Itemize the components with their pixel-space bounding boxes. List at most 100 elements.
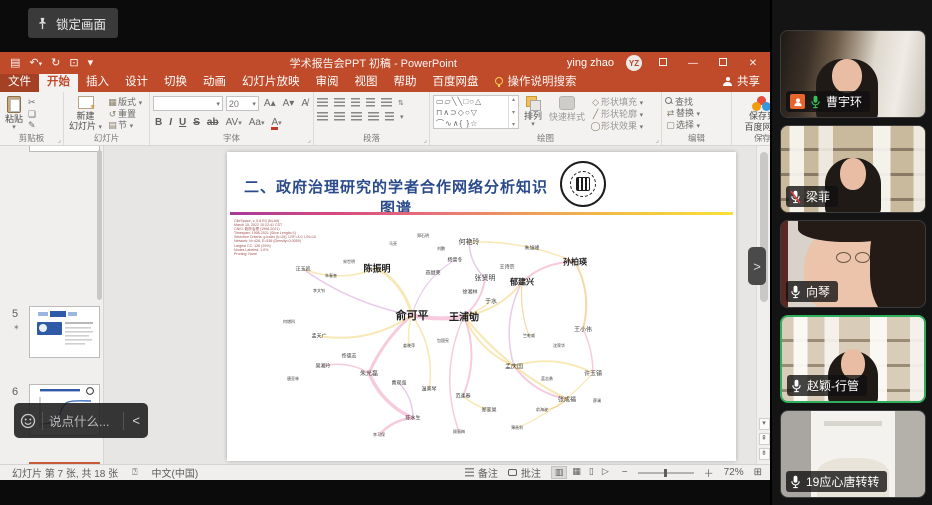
comments-toggle[interactable]: 批注 bbox=[508, 465, 541, 480]
justify-icon[interactable] bbox=[368, 112, 379, 121]
ribbon-tab-9[interactable]: 帮助 bbox=[386, 71, 425, 92]
zoom-out-icon[interactable]: − bbox=[622, 467, 628, 478]
editor-scrollbar[interactable]: ▾ ⇞ ⇟ bbox=[756, 146, 770, 464]
chat-collapse-button[interactable]: < bbox=[130, 413, 142, 428]
participant-tile[interactable]: 向琴 bbox=[780, 220, 926, 308]
slide-sorter-view-icon[interactable]: ▦ bbox=[569, 466, 584, 479]
account-avatar[interactable]: YZ bbox=[626, 55, 642, 71]
notes-toggle[interactable]: 备注 bbox=[465, 465, 498, 480]
emoji-icon[interactable] bbox=[20, 413, 36, 429]
close-button[interactable]: ✕ bbox=[744, 58, 762, 69]
participant-tile[interactable]: 19应心唐转转 bbox=[780, 410, 926, 498]
find-button[interactable]: 查找 bbox=[665, 97, 700, 108]
paragraph-dialog-launcher-icon[interactable]: ⌟ bbox=[424, 136, 427, 144]
change-case-button[interactable]: Aa▾ bbox=[247, 115, 267, 131]
chat-placeholder[interactable]: 说点什么... bbox=[49, 411, 109, 430]
normal-view-icon[interactable]: ▥ bbox=[551, 466, 568, 479]
scroll-down-icon[interactable]: ▾ bbox=[759, 418, 770, 430]
slide-number-indicator[interactable]: 幻灯片 第 7 张, 共 18 张 bbox=[12, 465, 118, 480]
redo-icon[interactable]: ↻ bbox=[51, 58, 60, 69]
participant-tile[interactable]: 赵颖-行管 bbox=[780, 315, 926, 403]
slideshow-view-icon[interactable]: ▷ bbox=[599, 466, 612, 479]
align-center-icon[interactable] bbox=[334, 112, 345, 121]
columns-icon[interactable] bbox=[385, 112, 394, 121]
replace-button[interactable]: ⇄替换 ▾ bbox=[665, 108, 700, 120]
cut-button[interactable]: ✂ bbox=[28, 97, 36, 108]
ribbon-tab-10[interactable]: 百度网盘 bbox=[425, 71, 487, 92]
align-left-icon[interactable] bbox=[317, 112, 328, 121]
zoom-slider-knob[interactable] bbox=[664, 469, 667, 477]
ribbon-tab-2[interactable]: 插入 bbox=[78, 71, 117, 92]
ribbon-tab-8[interactable]: 视图 bbox=[347, 71, 386, 92]
font-name-combo[interactable]: ▾ bbox=[153, 96, 223, 111]
bullets-icon[interactable] bbox=[317, 98, 328, 107]
undo-icon[interactable]: ↶▾ bbox=[29, 58, 42, 69]
slide-5-thumbnail[interactable] bbox=[29, 306, 100, 358]
decrease-indent-icon[interactable] bbox=[351, 98, 360, 107]
new-slide-button[interactable]: 新建 幻灯片 ▾ bbox=[67, 95, 104, 133]
language-indicator[interactable]: 中文(中国) bbox=[152, 465, 199, 480]
sidebar-toggle-button[interactable]: > bbox=[748, 247, 766, 285]
arrange-button[interactable]: 排列▾ bbox=[522, 95, 544, 133]
ribbon-tab-6[interactable]: 幻灯片放映 bbox=[234, 71, 308, 92]
tell-me-box[interactable]: 操作说明搜索 bbox=[487, 71, 585, 92]
grow-font-icon[interactable]: A▴ bbox=[262, 96, 278, 111]
clipboard-dialog-launcher-icon[interactable]: ⌟ bbox=[58, 136, 61, 144]
shapes-gallery-scroll[interactable]: ▴▾▾ bbox=[508, 96, 518, 128]
copy-button[interactable]: ❏ bbox=[28, 109, 36, 120]
numbering-icon[interactable] bbox=[334, 98, 345, 107]
slide-canvas[interactable]: 二、政府治理研究的学者合作网络分析知识图谱 CiteSpace, v. 5.8.… bbox=[227, 152, 736, 461]
ribbon-tab-5[interactable]: 动画 bbox=[195, 71, 234, 92]
line-spacing-icon[interactable] bbox=[381, 98, 392, 107]
slide-4-thumbnail-partial[interactable] bbox=[29, 146, 100, 152]
ribbon-tab-3[interactable]: 设计 bbox=[117, 71, 156, 92]
chat-input-bar[interactable]: 说点什么... < bbox=[14, 403, 148, 438]
ribbon-tab-1[interactable]: 开始 bbox=[39, 71, 78, 92]
lock-view-button[interactable]: 锁定画面 bbox=[28, 8, 118, 38]
previous-slide-button[interactable]: ⇞ bbox=[759, 433, 770, 445]
zoom-in-icon[interactable]: ＋ bbox=[704, 465, 714, 480]
shape-outline-button[interactable]: ╱形状轮廓 ▾ bbox=[590, 109, 643, 121]
ribbon-tab-7[interactable]: 审阅 bbox=[308, 71, 347, 92]
shape-fill-button[interactable]: ◇形状填充 ▾ bbox=[590, 97, 643, 109]
layout-button[interactable]: ▦版式 ▾ bbox=[107, 97, 142, 109]
bold-button[interactable]: B bbox=[153, 115, 164, 130]
reset-button[interactable]: ↺重置 bbox=[107, 109, 142, 120]
save-icon[interactable]: ▤ bbox=[10, 58, 20, 69]
text-direction-icon[interactable]: ⇅ bbox=[398, 99, 404, 107]
participant-tile[interactable]: 梁菲 bbox=[780, 125, 926, 213]
drawing-dialog-launcher-icon[interactable]: ⌟ bbox=[656, 136, 659, 144]
shrink-font-icon[interactable]: A▾ bbox=[281, 96, 297, 111]
restore-button[interactable] bbox=[714, 58, 732, 69]
ribbon-tab-4[interactable]: 切换 bbox=[156, 71, 195, 92]
quick-styles-button[interactable]: 快速样式 bbox=[547, 95, 587, 133]
increase-indent-icon[interactable] bbox=[366, 98, 375, 107]
minimize-button[interactable]: — bbox=[684, 58, 702, 69]
zoom-level[interactable]: 72% bbox=[724, 467, 744, 478]
participant-tile[interactable]: 曹宇环 bbox=[780, 30, 926, 118]
italic-button[interactable]: I bbox=[167, 115, 174, 130]
zoom-slider[interactable] bbox=[638, 472, 694, 474]
underline-button[interactable]: U bbox=[177, 115, 188, 130]
font-size-combo[interactable]: 20▾ bbox=[226, 96, 259, 111]
align-right-icon[interactable] bbox=[351, 112, 362, 121]
spellcheck-icon[interactable]: ⍰ bbox=[132, 467, 137, 478]
share-button[interactable]: 共享 bbox=[713, 71, 770, 92]
section-button[interactable]: ▤节 ▾ bbox=[107, 120, 142, 132]
start-slideshow-icon[interactable]: ⊡ bbox=[69, 58, 78, 69]
account-name[interactable]: ying zhao bbox=[567, 57, 614, 69]
format-painter-button[interactable]: ✎ bbox=[28, 120, 36, 131]
text-shadow-button[interactable]: ab bbox=[205, 115, 221, 130]
ribbon-display-options-icon[interactable] bbox=[654, 58, 672, 69]
ribbon-tab-0[interactable]: 文件 bbox=[0, 71, 39, 92]
select-button[interactable]: ▢选择 ▾ bbox=[665, 120, 700, 132]
convert-smartart-icon[interactable]: ▾ bbox=[400, 113, 404, 121]
fit-to-window-icon[interactable]: ⊞ bbox=[754, 467, 762, 478]
collapse-ribbon-icon[interactable]: ⌃ bbox=[759, 134, 766, 143]
reading-view-icon[interactable]: ▯ bbox=[586, 466, 597, 479]
font-color-button[interactable]: A▾ bbox=[269, 115, 283, 131]
shapes-gallery[interactable]: ▭▱╲╲□○△⊓∧⊃◇○▽⌒∿∧{ }☆ ▴▾▾ bbox=[433, 95, 519, 129]
next-slide-button[interactable]: ⇟ bbox=[759, 448, 770, 460]
clear-formatting-icon[interactable]: A̸ bbox=[299, 96, 310, 111]
font-dialog-launcher-icon[interactable]: ⌟ bbox=[308, 136, 311, 144]
